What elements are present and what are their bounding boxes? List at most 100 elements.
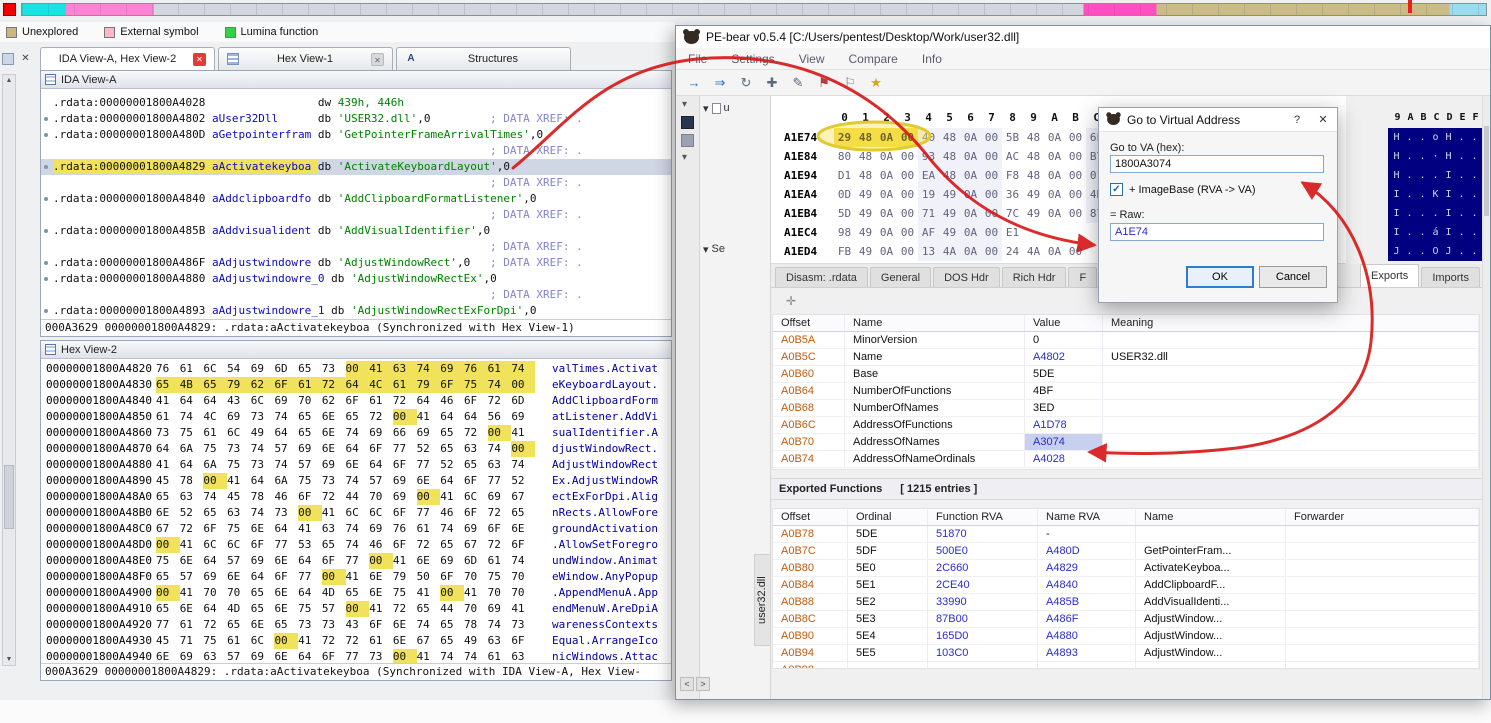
- hex-byte[interactable]: 00: [1065, 204, 1086, 223]
- hex-byte[interactable]: 00: [981, 223, 1002, 242]
- disasm-line[interactable]: .rdata:00000001800A4802 aUser32Dll db 'U…: [44, 111, 671, 127]
- close-tab-icon[interactable]: ✕: [371, 52, 384, 66]
- hex-byte[interactable]: 0A: [1044, 204, 1065, 223]
- hex-row[interactable]: A1EB4 5D 49 0A 00 71 49 0A 00 7C 49 0A 00 87: [772, 204, 1107, 223]
- chevron-down-icon[interactable]: ▾: [682, 99, 687, 110]
- hex-byte[interactable]: 00: [981, 185, 1002, 204]
- hex-byte[interactable]: 0A: [960, 166, 981, 185]
- hex-row[interactable]: 00000001800A4890 45 78 00 41 64 6A 75 73 74 57 69 6E…: [41, 473, 671, 489]
- hex-byte[interactable]: 0A: [1044, 166, 1065, 185]
- hex-byte[interactable]: 80: [834, 147, 855, 166]
- tab-disasm-rdata[interactable]: Disasm: .rdata: [775, 267, 868, 287]
- menu-file[interactable]: File: [688, 52, 707, 66]
- raw-input[interactable]: [1110, 223, 1324, 241]
- table-row[interactable]: A0B98: [773, 662, 1479, 668]
- hex-byte[interactable]: 24: [1002, 242, 1023, 261]
- table-row[interactable]: A0B90 5E4 165D0 A4880 AdjustWindow...: [773, 628, 1479, 645]
- hex-byte[interactable]: 0A: [960, 128, 981, 147]
- disasm-line[interactable]: .rdata:00000001800A486F aAdjustwindowre …: [44, 255, 671, 271]
- tab-ida-view-a-hex-view-2[interactable]: IDA View-A, Hex View-2 ✕: [40, 47, 215, 70]
- table-row[interactable]: A0B8C 5E3 87B00 A486F AdjustWindow...: [773, 611, 1479, 628]
- hex-byte[interactable]: 00: [981, 242, 1002, 261]
- disasm-line[interactable]: .rdata:00000001800A480D aGetpointerfram …: [44, 127, 671, 143]
- splitter-handle-icon[interactable]: ✛: [786, 294, 796, 308]
- hex-byte[interactable]: AF: [918, 223, 939, 242]
- forward-arrow-icon[interactable]: ⇒: [712, 75, 728, 91]
- hex-byte[interactable]: 00: [897, 147, 918, 166]
- hex-row[interactable]: 00000001800A4920 77 61 72 65 6E 65 73 73 43 6F 6E 74…: [41, 617, 671, 633]
- hex-byte[interactable]: 0A: [1044, 242, 1065, 261]
- table-row[interactable]: A0B5C Name A4802 USER32.dll: [773, 349, 1479, 366]
- tab-exports[interactable]: Exports: [1360, 264, 1420, 287]
- hex-row[interactable]: 00000001800A48A0 65 63 74 45 78 46 6F 72 44 70 69 00…: [41, 489, 671, 505]
- hex-byte[interactable]: 49: [939, 204, 960, 223]
- checkbox-checked-icon[interactable]: ✓: [1110, 183, 1123, 196]
- hex-row[interactable]: 00000001800A4900 00 41 70 70 65 6E 64 4D 65 6E 75 41…: [41, 585, 671, 601]
- add-icon[interactable]: ✚: [764, 75, 780, 91]
- hex-byte[interactable]: 0A: [876, 204, 897, 223]
- hex-byte[interactable]: 48: [1023, 147, 1044, 166]
- table-row[interactable]: A0B84 5E1 2CE40 A4840 AddClipboardF...: [773, 577, 1479, 594]
- hex-row[interactable]: 00000001800A48F0 65 57 69 6E 64 6F 77 00 41 6E 79 50…: [41, 569, 671, 585]
- dialog-titlebar[interactable]: Go to Virtual Address ? ✕: [1099, 108, 1337, 132]
- ok-button[interactable]: OK: [1186, 266, 1254, 288]
- tab-file-hdr[interactable]: F: [1068, 267, 1098, 287]
- hex-byte[interactable]: 49: [939, 185, 960, 204]
- hex-byte[interactable]: E1: [1002, 223, 1023, 242]
- hex-byte[interactable]: AC: [1002, 147, 1023, 166]
- hex-byte[interactable]: 49: [1023, 185, 1044, 204]
- edit-icon[interactable]: ✎: [790, 75, 806, 91]
- hex-byte[interactable]: 4A: [1023, 242, 1044, 261]
- hex-byte[interactable]: 49: [855, 185, 876, 204]
- hex-row[interactable]: A1E74 29 48 0A 00 40 48 0A 00 5B 48 0A 00 6F: [772, 128, 1107, 147]
- hex-row[interactable]: 00000001800A4940 6E 69 63 57 69 6E 64 6F 77 73 00 41…: [41, 649, 671, 663]
- menu-settings[interactable]: Settings: [731, 52, 774, 66]
- scrollbar-thumb[interactable]: [4, 465, 14, 529]
- hex-row[interactable]: 00000001800A48B0 6E 52 65 63 74 73 00 41 6C 6C 6F 77…: [41, 505, 671, 521]
- hex-byte[interactable]: 00: [981, 128, 1002, 147]
- table-row[interactable]: A0B70 AddressOfNames A3074: [773, 434, 1479, 451]
- star-icon[interactable]: ★: [868, 75, 884, 91]
- hex-row[interactable]: A1EC4 98 49 0A 00 AF 49 0A 00 E1: [772, 223, 1107, 242]
- hex-row[interactable]: 00000001800A4840 41 64 64 43 6C 69 70 62 6F 61 72 64…: [41, 393, 671, 409]
- disasm-line[interactable]: .rdata:00000001800A4028 dw 439h, 446h: [53, 95, 671, 111]
- hex-row[interactable]: A1E94 D1 48 0A 00 EA 48 0A 00 F8 48 0A 00 01: [772, 166, 1107, 185]
- cancel-button[interactable]: Cancel: [1259, 266, 1327, 288]
- back-arrow-icon[interactable]: →: [686, 75, 702, 91]
- next-tab-button[interactable]: >: [696, 677, 710, 691]
- dock-icon[interactable]: [681, 116, 694, 129]
- hex-byte[interactable]: 49: [1023, 204, 1044, 223]
- hex-byte[interactable]: 0A: [876, 223, 897, 242]
- disasm-line[interactable]: ; DATA XREF: .: [53, 175, 671, 191]
- side-tab-user32-dll[interactable]: user32.dll: [754, 554, 770, 646]
- hex-row[interactable]: 00000001800A4870 64 6A 75 73 74 57 69 6E 64 6F 77 52…: [41, 441, 671, 457]
- hex-byte[interactable]: 48: [939, 147, 960, 166]
- hex-byte[interactable]: 00: [897, 128, 918, 147]
- hex-byte[interactable]: 48: [939, 128, 960, 147]
- window-scrollbar[interactable]: [1482, 96, 1490, 699]
- tree-node-user32[interactable]: ▾ u: [700, 100, 770, 116]
- hex-byte[interactable]: 5D: [834, 204, 855, 223]
- tab-structures[interactable]: A Structures: [396, 47, 571, 70]
- table-row[interactable]: A0B5A MinorVersion 0: [773, 332, 1479, 349]
- hex-byte[interactable]: 00: [897, 166, 918, 185]
- hex-byte[interactable]: 36: [1002, 185, 1023, 204]
- hex-byte[interactable]: 0A: [876, 128, 897, 147]
- hex-byte[interactable]: 00: [1065, 128, 1086, 147]
- hex-byte[interactable]: 0A: [876, 147, 897, 166]
- hex-byte[interactable]: 48: [1023, 128, 1044, 147]
- hex-byte[interactable]: 0A: [960, 185, 981, 204]
- hex-byte[interactable]: 00: [897, 242, 918, 261]
- hex-byte[interactable]: 40: [918, 128, 939, 147]
- tab-dos-hdr[interactable]: DOS Hdr: [933, 267, 1000, 287]
- hex-row[interactable]: A1EA4 0D 49 0A 00 19 49 0A 00 36 49 0A 00 4B: [772, 185, 1107, 204]
- hex-byte[interactable]: 0A: [960, 147, 981, 166]
- reload-icon[interactable]: ↻: [738, 75, 754, 91]
- table-row[interactable]: A0B7C 5DF 500E0 A480D GetPointerFram...: [773, 543, 1479, 560]
- hex-byte[interactable]: 0A: [1044, 147, 1065, 166]
- hex-byte[interactable]: 4A: [939, 242, 960, 261]
- hex-byte[interactable]: 00: [981, 147, 1002, 166]
- hex-byte[interactable]: 00: [1065, 147, 1086, 166]
- table-row[interactable]: A0B68 NumberOfNames 3ED: [773, 400, 1479, 417]
- menu-compare[interactable]: Compare: [849, 52, 898, 66]
